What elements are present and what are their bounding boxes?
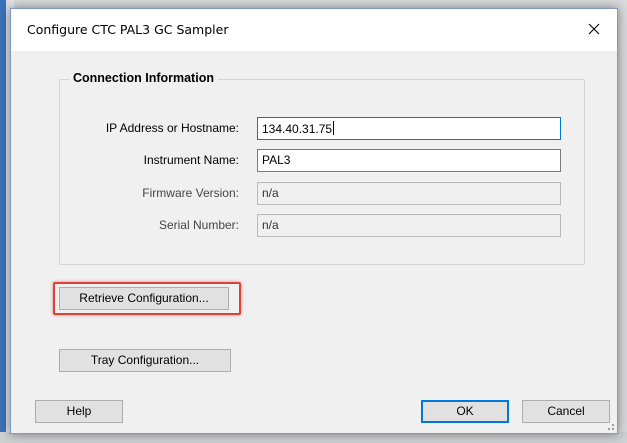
resize-grip-icon[interactable]: [603, 419, 615, 431]
firmware-version-label: Firmware Version:: [142, 186, 239, 200]
retrieve-configuration-button[interactable]: Retrieve Configuration...: [59, 287, 229, 310]
window-title: Configure CTC PAL3 GC Sampler: [27, 22, 229, 37]
close-icon: [588, 23, 600, 35]
serial-number-field: n/a: [257, 214, 561, 237]
instrument-name-label: Instrument Name:: [143, 153, 239, 167]
firmware-version-field: n/a: [257, 182, 561, 205]
instrument-name-input[interactable]: PAL3: [257, 149, 561, 172]
title-bar: Configure CTC PAL3 GC Sampler: [11, 9, 617, 51]
tray-configuration-button[interactable]: Tray Configuration...: [59, 349, 231, 372]
ip-address-label: IP Address or Hostname:: [105, 121, 239, 135]
ok-button[interactable]: OK: [421, 400, 509, 423]
ip-address-input[interactable]: 134.40.31.75: [257, 117, 561, 140]
help-button[interactable]: Help: [35, 400, 123, 423]
connection-information-group: [59, 79, 585, 265]
cancel-button[interactable]: Cancel: [522, 400, 610, 423]
serial-number-label: Serial Number:: [158, 218, 239, 232]
close-button[interactable]: [571, 9, 617, 49]
text-caret: [333, 121, 335, 135]
background-window-accent: [0, 0, 6, 443]
configure-dialog: Configure CTC PAL3 GC Sampler Connection…: [10, 8, 618, 434]
connection-information-legend: Connection Information: [69, 71, 218, 85]
ip-address-value: 134.40.31.75: [262, 122, 333, 136]
